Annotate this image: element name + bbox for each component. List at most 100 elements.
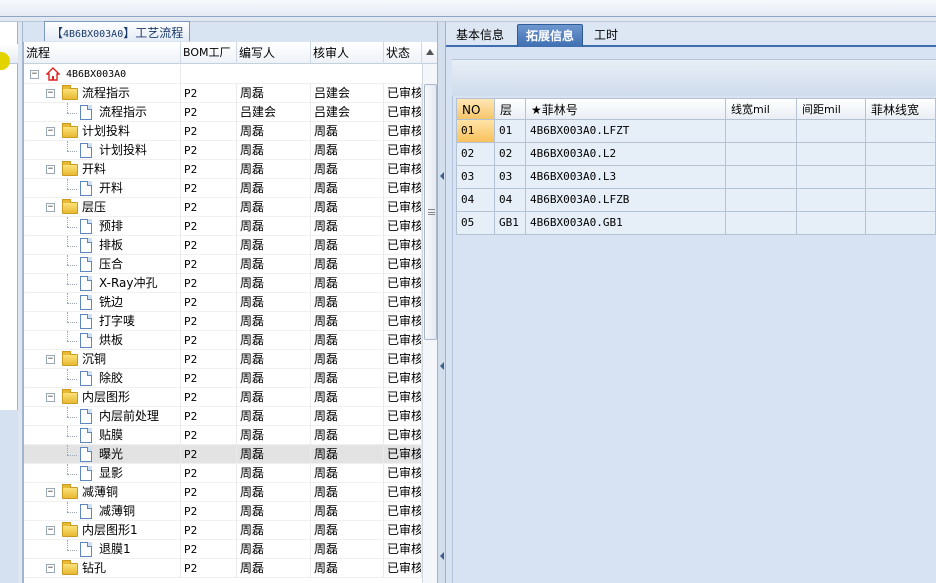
tree-row[interactable]: 压合 P2 周磊 周磊 已审核 (24, 255, 422, 274)
grid-cell-film-line-width[interactable] (866, 143, 936, 166)
grid-cell-layer[interactable]: 02 (495, 143, 526, 166)
collapse-icon[interactable]: − (46, 89, 55, 98)
collapse-icon[interactable]: − (46, 393, 55, 402)
col-header-status[interactable]: 状态 (384, 42, 422, 64)
tree-row[interactable]: − 层压 P2 周磊 周磊 已审核 (24, 198, 422, 217)
tree-tab[interactable]: 【4B6BX003A0】工艺流程 (44, 21, 191, 41)
tree-row[interactable]: 退膜1 P2 周磊 周磊 已审核 (24, 540, 422, 559)
grid-cell-layer[interactable]: GB1 (495, 212, 526, 235)
tree-guide-line (67, 369, 68, 379)
grid-col-film-line-width[interactable]: 菲林线宽 (866, 98, 936, 120)
grid-col-line-width[interactable]: 线宽mil (726, 98, 797, 120)
tab-basic-info[interactable]: 基本信息 (448, 24, 512, 47)
grid-cell-film-no[interactable]: 4B6BX003A0.GB1 (526, 212, 726, 235)
grid-cell-no[interactable]: 02 (456, 143, 495, 166)
grid-cell-line-width[interactable] (726, 143, 797, 166)
tree-node-label: 钻孔 (82, 561, 107, 575)
sort-up-icon[interactable] (426, 49, 434, 55)
grid-cell-spacing[interactable] (797, 166, 866, 189)
grid-cell-layer[interactable]: 03 (495, 166, 526, 189)
process-tree-grid[interactable]: 流程 BOM工厂 编写人 核审人 状态 − 4B6BX003A0 − 流程指示 P2… (23, 42, 437, 583)
tree-row[interactable]: 计划投料 P2 周磊 周磊 已审核 (24, 141, 422, 160)
grid-cell-spacing[interactable] (797, 189, 866, 212)
film-grid[interactable]: NO 层 ★菲林号 线宽mil 间距mil 菲林线宽 01 01 4B6BX003A… (452, 96, 936, 583)
collapse-icon[interactable]: − (46, 203, 55, 212)
col-header-process[interactable]: 流程 (24, 42, 181, 64)
bom-plant-cell: P2 (181, 540, 237, 559)
grid-cell-spacing[interactable] (797, 120, 866, 143)
grid-col-no[interactable]: NO (456, 98, 495, 120)
grid-cell-layer[interactable]: 01 (495, 120, 526, 143)
tree-row[interactable]: 打字唛 P2 周磊 周磊 已审核 (24, 312, 422, 331)
tree-row[interactable]: 除胶 P2 周磊 周磊 已审核 (24, 369, 422, 388)
grid-cell-line-width[interactable] (726, 212, 797, 235)
collapse-left-icon[interactable] (440, 552, 444, 560)
tree-rows: − 4B6BX003A0 − 流程指示 P2 周磊 吕建会 已审核 流程指示 P2 吕建会 吕建会… (24, 65, 422, 578)
tree-row[interactable]: − 开料 P2 周磊 周磊 已审核 (24, 160, 422, 179)
tree-row[interactable]: 显影 P2 周磊 周磊 已审核 (24, 464, 422, 483)
grid-cell-film-no[interactable]: 4B6BX003A0.LFZT (526, 120, 726, 143)
tree-scrollbar[interactable] (422, 64, 437, 583)
grid-cell-film-no[interactable]: 4B6BX003A0.LFZB (526, 189, 726, 212)
grid-cell-film-no[interactable]: 4B6BX003A0.L3 (526, 166, 726, 189)
tree-row[interactable]: 烘板 P2 周磊 周磊 已审核 (24, 331, 422, 350)
tree-root-row[interactable]: − 4B6BX003A0 (24, 65, 422, 84)
tree-row[interactable]: 贴膜 P2 周磊 周磊 已审核 (24, 426, 422, 445)
collapse-icon[interactable]: − (30, 70, 39, 79)
grid-cell-no[interactable]: 01 (456, 120, 495, 143)
tree-scroll-thumb[interactable] (424, 84, 437, 340)
col-header-reviewer[interactable]: 核审人 (311, 42, 384, 64)
tree-row[interactable]: − 沉铜 P2 周磊 周磊 已审核 (24, 350, 422, 369)
middle-splitter[interactable] (437, 22, 446, 583)
tree-row[interactable]: 减薄铜 P2 周磊 周磊 已审核 (24, 502, 422, 521)
grid-col-layer[interactable]: 层 (495, 98, 526, 120)
tab-extended-info[interactable]: 拓展信息 (517, 24, 584, 47)
tree-row[interactable]: − 计划投料 P2 周磊 周磊 已审核 (24, 122, 422, 141)
collapse-icon[interactable]: − (46, 564, 55, 573)
tree-row[interactable]: − 钻孔 P2 周磊 周磊 已审核 (24, 559, 422, 578)
grid-cell-film-line-width[interactable] (866, 166, 936, 189)
collapse-icon[interactable]: − (46, 488, 55, 497)
grid-cell-film-no[interactable]: 4B6BX003A0.L2 (526, 143, 726, 166)
collapse-icon[interactable]: − (46, 165, 55, 174)
tree-row[interactable]: − 内层图形1 P2 周磊 周磊 已审核 (24, 521, 422, 540)
grid-cell-layer[interactable]: 04 (495, 189, 526, 212)
tree-name-cell: 贴膜 (24, 426, 181, 445)
grid-col-spacing[interactable]: 间距mil (797, 98, 866, 120)
writer-cell: 周磊 (237, 179, 311, 198)
tree-node-label: 计划投料 (99, 143, 148, 157)
collapse-icon[interactable]: − (46, 127, 55, 136)
writer-cell: 周磊 (237, 141, 311, 160)
grid-cell-film-line-width[interactable] (866, 189, 936, 212)
grid-col-film-no[interactable]: ★菲林号 (526, 98, 726, 120)
collapse-left-icon[interactable] (440, 362, 444, 370)
col-header-writer[interactable]: 编写人 (237, 42, 311, 64)
tree-row[interactable]: 预排 P2 周磊 周磊 已审核 (24, 217, 422, 236)
tree-row[interactable]: − 减薄铜 P2 周磊 周磊 已审核 (24, 483, 422, 502)
grid-cell-no[interactable]: 03 (456, 166, 495, 189)
grid-cell-line-width[interactable] (726, 120, 797, 143)
grid-cell-no[interactable]: 04 (456, 189, 495, 212)
grid-cell-film-line-width[interactable] (866, 120, 936, 143)
grid-cell-spacing[interactable] (797, 212, 866, 235)
grid-cell-no[interactable]: 05 (456, 212, 495, 235)
tree-row[interactable]: 铣边 P2 周磊 周磊 已审核 (24, 293, 422, 312)
grid-cell-spacing[interactable] (797, 143, 866, 166)
collapse-left-icon[interactable] (440, 172, 444, 180)
tab-work-hours[interactable]: 工时 (586, 24, 626, 47)
collapse-icon[interactable]: − (46, 355, 55, 364)
reviewer-cell: 周磊 (311, 388, 384, 407)
tree-row[interactable]: − 流程指示 P2 周磊 吕建会 已审核 (24, 84, 422, 103)
tree-row[interactable]: 内层前处理 P2 周磊 周磊 已审核 (24, 407, 422, 426)
tree-row[interactable]: X-Ray冲孔 P2 周磊 周磊 已审核 (24, 274, 422, 293)
grid-cell-line-width[interactable] (726, 166, 797, 189)
col-header-bom-plant[interactable]: BOM工厂 (181, 42, 237, 64)
grid-cell-line-width[interactable] (726, 189, 797, 212)
collapse-icon[interactable]: − (46, 526, 55, 535)
tree-row[interactable]: 流程指示 P2 吕建会 吕建会 已审核 (24, 103, 422, 122)
tree-row[interactable]: 排板 P2 周磊 周磊 已审核 (24, 236, 422, 255)
tree-row[interactable]: 开料 P2 周磊 周磊 已审核 (24, 179, 422, 198)
tree-row[interactable]: − 内层图形 P2 周磊 周磊 已审核 (24, 388, 422, 407)
tree-row[interactable]: 曝光 P2 周磊 周磊 已审核 (24, 445, 422, 464)
grid-cell-film-line-width[interactable] (866, 212, 936, 235)
